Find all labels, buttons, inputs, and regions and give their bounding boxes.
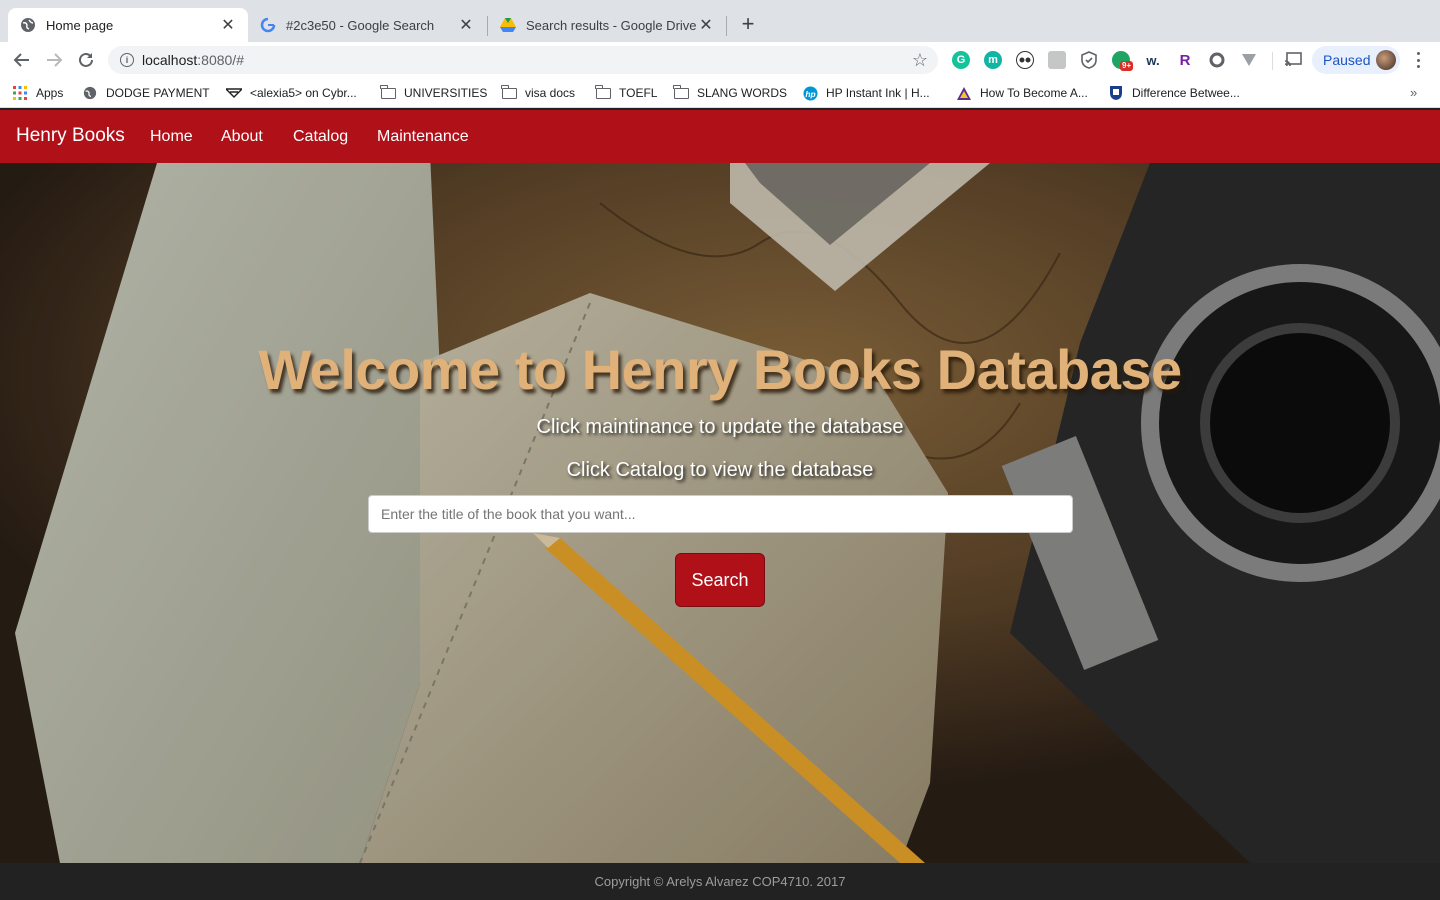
reload-button[interactable] [74,48,98,72]
panda-icon[interactable] [1016,51,1034,69]
bookmark-hp-instant-ink[interactable]: hp HP Instant Ink | H... [802,84,930,102]
tab-separator [726,16,727,36]
bookmark-apps[interactable]: Apps [12,84,63,102]
folder-icon [595,84,611,100]
triangle-logo-icon [956,86,972,100]
bookmark-label: How To Become A... [980,86,1088,100]
tab-title: #2c3e50 - Google Search [286,17,435,33]
profile-button[interactable]: Paused [1312,46,1400,74]
brand-link[interactable]: Henry Books [16,125,125,147]
cyber-icon [226,86,242,100]
notification-badge: 9+ [1120,61,1134,71]
copyright-text: Copyright © Arelys Alvarez COP4710. 2017 [594,874,846,889]
hp-icon: hp [802,85,818,101]
browser-toolbar: i localhost:8080/# ☆ G m 9+ w. R Paused [0,42,1440,78]
bookmark-difference-between[interactable]: Difference Betwee... [1108,84,1240,102]
chevron-double-right-icon[interactable]: » [1410,85,1417,100]
nav-maintenance[interactable]: Maintenance [377,128,469,146]
tab-home-page[interactable]: Home page ✕ [8,8,248,42]
bookmark-dodge-payment[interactable]: DODGE PAYMENT [82,84,210,102]
hero-title: Welcome to Henry Books Database [258,338,1182,401]
nav-about[interactable]: About [221,128,263,146]
tab-google-search[interactable]: #2c3e50 - Google Search ✕ [248,8,486,42]
nav-home[interactable]: Home [150,128,193,146]
toolbar-divider [1272,52,1273,70]
reload-icon [79,52,93,67]
close-icon[interactable]: ✕ [698,17,714,34]
bookmark-label: Apps [36,86,64,100]
url-path: :8080/# [197,52,244,68]
globe-icon [20,17,36,33]
bookmark-slang-words[interactable]: SLANG WORDS [673,84,787,102]
wordtune-icon[interactable]: w. [1144,51,1162,69]
bookmark-label: UNIVERSITIES [404,86,488,100]
apps-grid-icon [12,86,28,100]
tab-google-drive[interactable]: Search results - Google Drive ✕ [488,8,726,42]
arrow-left-icon [13,53,29,67]
arrow-right-icon [47,53,63,67]
more-menu-icon[interactable] [1410,50,1426,70]
bookmark-cybrary[interactable]: <alexia5> on Cybr... [226,84,357,102]
bookmark-label: TOEFL [619,86,658,100]
info-icon[interactable]: i [120,53,134,67]
bookmark-visa-docs[interactable]: visa docs [501,84,575,102]
svg-text:hp: hp [805,88,815,98]
bookmark-label: <alexia5> on Cybr... [250,86,357,100]
bookmark-label: DODGE PAYMENT [106,86,210,100]
star-icon[interactable]: ☆ [912,50,928,71]
profile-status: Paused [1323,52,1371,68]
extension-icon[interactable] [1048,51,1066,69]
site-navbar: Henry Books Home About Catalog Maintenan… [0,110,1440,163]
bookmark-label: Difference Betwee... [1132,86,1240,100]
book-title-search-input[interactable] [368,495,1073,533]
search-button[interactable]: Search [675,553,765,607]
new-tab-button[interactable]: + [736,13,760,37]
bookmark-label: HP Instant Ink | H... [826,86,930,100]
vee-icon[interactable] [1240,51,1258,69]
close-icon[interactable]: ✕ [458,17,474,34]
folder-icon [380,84,396,100]
bookmark-toefl[interactable]: TOEFL [595,84,657,102]
bookmark-label: SLANG WORDS [697,86,788,100]
browser-tab-strip: Home page ✕ #2c3e50 - Google Search ✕ Se… [0,0,1440,42]
folder-icon [501,84,517,100]
hero-subtitle-maintenance: Click maintinance to update the database [536,416,904,438]
cast-icon[interactable] [1284,51,1302,69]
address-bar[interactable]: i localhost:8080/# ☆ [108,46,938,74]
bookmark-label: visa docs [525,86,576,100]
r-icon[interactable]: R [1176,51,1194,69]
back-button[interactable] [10,48,34,72]
nav-catalog[interactable]: Catalog [293,128,348,146]
tab-title: Home page [46,17,114,33]
mercury-icon[interactable]: m [984,51,1002,69]
hero-section: Welcome to Henry Books Database Click ma… [0,163,1440,863]
bookmark-universities[interactable]: UNIVERSITIES [380,84,487,102]
folder-icon [673,84,689,100]
circle-icon[interactable] [1208,51,1226,69]
bookmarks-bar: Apps DODGE PAYMENT <alexia5> on Cybr... … [0,78,1440,108]
google-icon [260,17,276,33]
grammarly-icon[interactable]: G [952,51,970,69]
globe-icon [82,86,98,100]
forward-button[interactable] [42,48,66,72]
bookmark-how-to-become[interactable]: How To Become A... [956,84,1088,102]
messenger-icon[interactable]: 9+ [1112,51,1134,71]
shield-icon[interactable] [1080,51,1098,69]
close-icon[interactable]: ✕ [220,17,236,34]
avatar [1376,50,1396,70]
tab-title: Search results - Google Drive [526,17,697,33]
hero-subtitle-catalog: Click Catalog to view the database [566,459,874,481]
footer: Copyright © Arelys Alvarez COP4710. 2017 [0,863,1440,900]
crest-icon [1108,86,1124,100]
url-host: localhost [142,52,198,68]
google-drive-icon [500,17,516,33]
